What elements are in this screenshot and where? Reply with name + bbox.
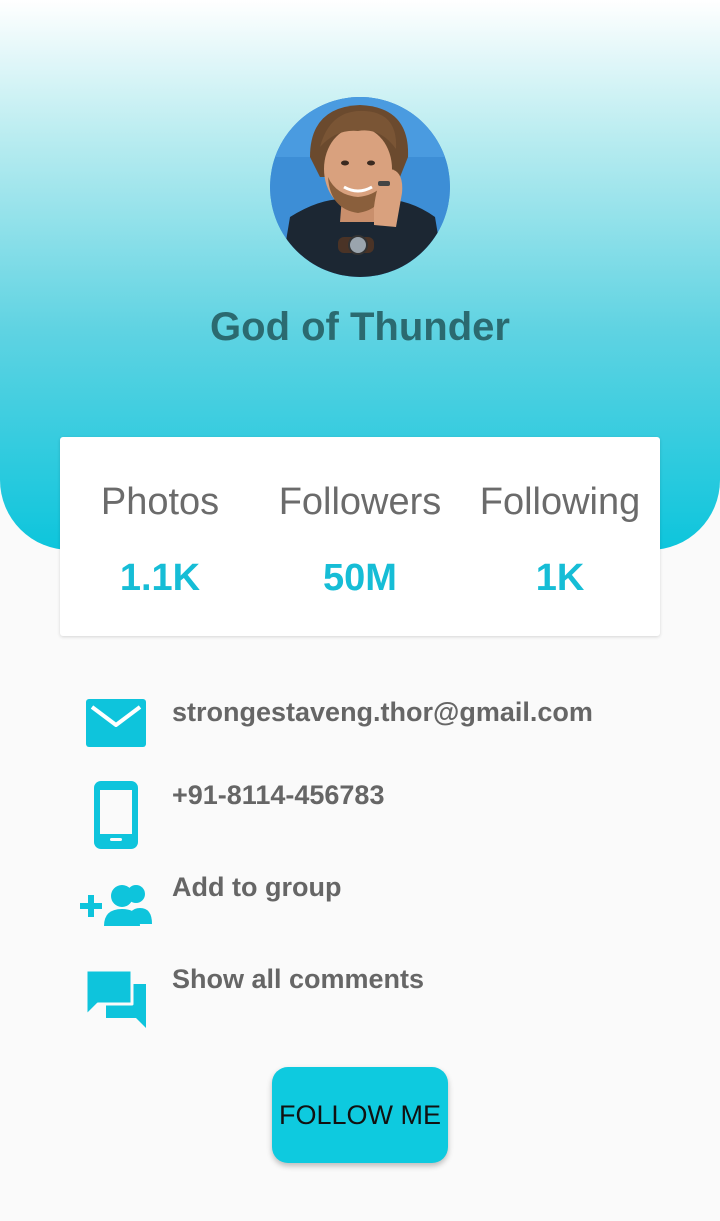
add-to-group-row[interactable]: Add to group	[0, 872, 720, 942]
email-text: strongestaveng.thor@gmail.com	[172, 697, 593, 727]
follow-button[interactable]: FOLLOW ME	[272, 1067, 448, 1163]
stat-value: 1.1K	[119, 557, 201, 599]
phone-row[interactable]: +91-8114-456783	[0, 780, 720, 850]
profile-screen: God of Thunder Photos 1.1K Followers 50M…	[0, 0, 720, 1221]
stat-photos[interactable]: Photos 1.1K	[60, 437, 260, 636]
phone-text: +91-8114-456783	[172, 780, 385, 810]
comments-icon	[78, 964, 154, 1034]
show-comments-row[interactable]: Show all comments	[0, 964, 720, 1034]
stat-label: Following	[479, 481, 641, 523]
stats-card: Photos 1.1K Followers 50M Following 1K	[60, 437, 660, 636]
group-add-icon	[78, 872, 154, 942]
avatar-image	[270, 97, 450, 277]
stat-value: 1K	[535, 557, 585, 599]
add-to-group-text: Add to group	[172, 872, 342, 902]
phone-icon	[78, 780, 154, 850]
email-icon	[78, 697, 154, 767]
avatar[interactable]	[270, 97, 450, 277]
stat-label: Followers	[278, 481, 442, 523]
stat-followers[interactable]: Followers 50M	[260, 437, 460, 636]
email-row[interactable]: strongestaveng.thor@gmail.com	[0, 697, 720, 767]
stat-label: Photos	[100, 481, 220, 523]
profile-name: God of Thunder	[210, 305, 510, 349]
show-comments-text: Show all comments	[172, 964, 425, 994]
stat-value: 50M	[323, 557, 397, 599]
stat-following[interactable]: Following 1K	[460, 437, 660, 636]
